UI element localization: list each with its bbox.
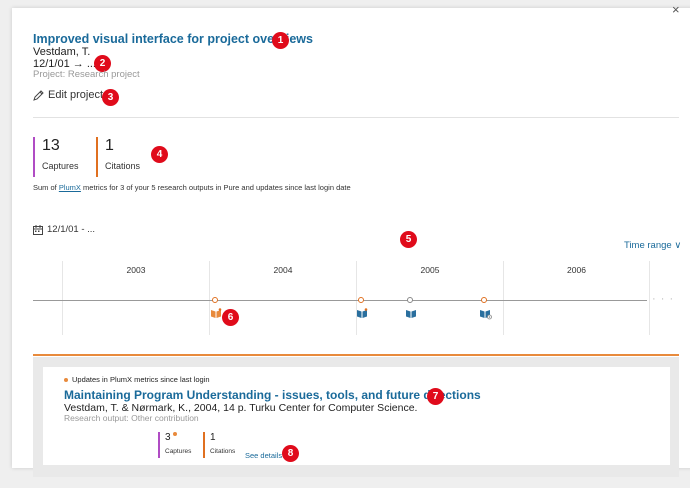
- output-captures: 3 Captures: [158, 432, 191, 458]
- chevron-down-icon: ∨: [674, 240, 682, 251]
- callout-6: 6: [222, 309, 239, 326]
- output-captures-value: 3: [165, 432, 171, 443]
- book-icon[interactable]: [479, 308, 492, 320]
- callout-1: 1: [272, 32, 289, 49]
- summary-suffix: metrics for 3 of your 5 research outputs…: [80, 183, 351, 192]
- year-label: 2005: [420, 265, 440, 275]
- output-type: Research output: Other contribution: [64, 413, 199, 423]
- citations-label: Citations: [105, 161, 141, 171]
- year-label: 2003: [126, 265, 146, 275]
- captures-metric: 13 Captures: [33, 137, 79, 177]
- updates-divider: [33, 354, 679, 356]
- project-author: Vestdam, T.: [33, 46, 91, 58]
- see-details-link[interactable]: See details: [245, 451, 282, 460]
- output-citations-label: Citations: [210, 448, 236, 455]
- callout-5: 5: [400, 231, 417, 248]
- timeline-marker[interactable]: [358, 297, 364, 303]
- year-label: 2006: [567, 265, 586, 275]
- year-2006: 2006: [503, 261, 650, 335]
- edit-project-label: Edit project: [48, 89, 104, 101]
- updates-header: Updates in PlumX metrics since last logi…: [64, 375, 210, 384]
- timeline-marker[interactable]: [481, 297, 487, 303]
- divider: [33, 117, 679, 118]
- callout-3: 3: [102, 89, 119, 106]
- timeline-axis: [33, 300, 647, 301]
- date-range-label: 12/1/01 - ...: [47, 224, 96, 235]
- plumx-link[interactable]: PlumX: [59, 183, 81, 192]
- project-title[interactable]: Improved visual interface for project ov…: [33, 32, 313, 46]
- timeline-years: 2003 2004 2005 2006: [62, 261, 650, 335]
- output-citations-value: 1: [210, 432, 216, 443]
- timeline-marker[interactable]: [212, 297, 218, 303]
- edit-project-link[interactable]: Edit project: [33, 89, 103, 101]
- date-range: 12/1/01 - ...: [33, 224, 95, 235]
- citations-value: 1: [105, 137, 114, 154]
- book-icon[interactable]: [405, 308, 417, 319]
- time-range-dropdown[interactable]: Time range ∨: [624, 240, 681, 251]
- output-captures-label: Captures: [165, 448, 192, 455]
- callout-8: 8: [282, 445, 299, 462]
- summary-prefix: Sum of: [33, 183, 59, 192]
- plumx-summary: Sum of PlumX metrics for 3 of your 5 res…: [33, 183, 351, 192]
- timeline-marker[interactable]: [407, 297, 413, 303]
- citations-metric: 1 Citations: [96, 137, 140, 177]
- updates-header-label: Updates in PlumX metrics since last logi…: [72, 375, 210, 384]
- year-2003: 2003: [62, 261, 209, 335]
- captures-label: Captures: [42, 161, 79, 171]
- year-label: 2004: [273, 265, 293, 275]
- book-icon[interactable]: [210, 308, 222, 319]
- new-dot-icon: [172, 432, 177, 436]
- captures-value: 13: [42, 137, 60, 154]
- callout-7: 7: [427, 388, 444, 405]
- timeline-more[interactable]: · · ·: [652, 293, 674, 305]
- project-type: Project: Research project: [33, 69, 140, 80]
- calendar-icon: [33, 224, 43, 235]
- book-icon[interactable]: [356, 308, 368, 319]
- time-range-label: Time range: [624, 240, 672, 251]
- pencil-icon: [33, 89, 44, 101]
- output-title[interactable]: Maintaining Program Understanding - issu…: [64, 388, 481, 402]
- callout-4: 4: [151, 146, 168, 163]
- output-citations: 1 Citations: [203, 432, 235, 458]
- update-dot-icon: [64, 377, 68, 382]
- close-icon[interactable]: ×: [672, 2, 680, 17]
